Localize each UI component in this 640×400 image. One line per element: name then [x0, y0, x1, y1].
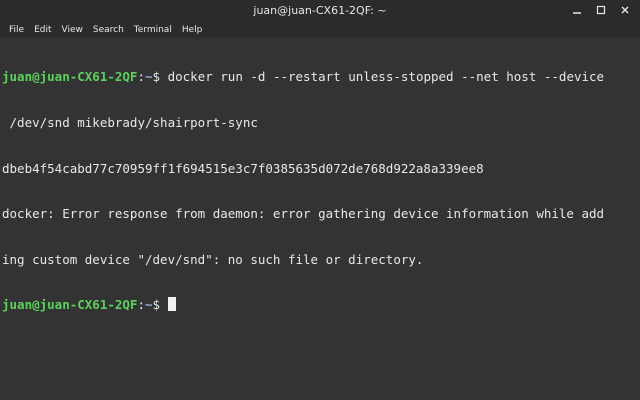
close-icon — [621, 6, 629, 14]
prompt-user-host: juan@juan-CX61-2QF — [2, 69, 138, 85]
maximize-button[interactable] — [594, 3, 608, 17]
menu-view[interactable]: View — [57, 22, 88, 38]
terminal-output[interactable]: juan@juan-CX61-2QF:~$ docker run -d --re… — [0, 38, 640, 400]
command-line: juan@juan-CX61-2QF:~$ docker run -d --re… — [2, 69, 638, 84]
terminal-window: juan@juan-CX61-2QF: ~ File Edit View Sea… — [0, 0, 640, 400]
close-button[interactable] — [618, 3, 632, 17]
minimize-button[interactable] — [570, 3, 584, 17]
output-line-error: docker: Error response from daemon: erro… — [2, 206, 605, 222]
prompt-colon: : — [137, 69, 145, 85]
text-cursor — [167, 297, 176, 312]
maximize-icon — [596, 5, 606, 15]
window-title: juan@juan-CX61-2QF: ~ — [253, 4, 387, 17]
title-bar[interactable]: juan@juan-CX61-2QF: ~ — [0, 0, 640, 22]
prompt-symbol: $ — [152, 69, 168, 85]
menu-bar: File Edit View Search Terminal Help — [0, 22, 640, 38]
menu-edit[interactable]: Edit — [29, 22, 56, 38]
minimize-icon — [573, 12, 581, 14]
prompt-path: ~ — [145, 69, 153, 85]
current-prompt-line: juan@juan-CX61-2QF:~$ — [2, 297, 638, 312]
output-line-container-id: dbeb4f54cabd77c70959ff1f694515e3c7f03856… — [2, 160, 484, 176]
window-controls — [570, 3, 632, 17]
prompt-symbol: $ — [152, 297, 168, 313]
command-line-wrap: /dev/snd mikebrady/shairport-sync — [2, 115, 258, 130]
output-line-error-wrap: ing custom device "/dev/snd": no such fi… — [2, 251, 424, 267]
menu-file[interactable]: File — [4, 22, 29, 38]
prompt-path: ~ — [145, 297, 153, 313]
menu-help[interactable]: Help — [177, 22, 208, 38]
menu-search[interactable]: Search — [88, 22, 129, 38]
command-text: docker run -d --restart unless-stopped -… — [167, 69, 605, 85]
prompt-colon: : — [137, 297, 145, 313]
prompt-user-host: juan@juan-CX61-2QF — [2, 297, 138, 313]
menu-terminal[interactable]: Terminal — [129, 22, 177, 38]
